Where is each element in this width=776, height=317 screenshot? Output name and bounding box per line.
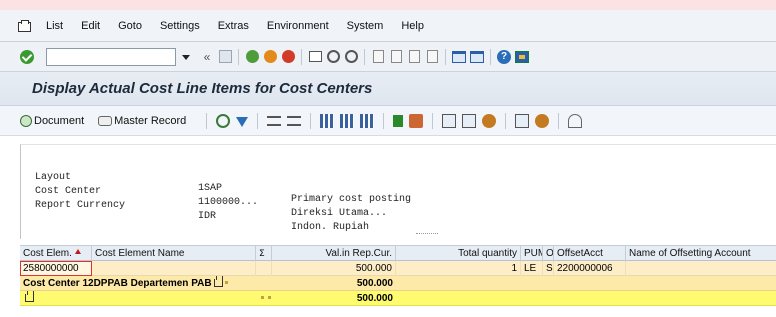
details-icon[interactable] [216,113,231,128]
last-page-icon[interactable] [424,49,440,65]
shortcut-icon[interactable] [469,49,485,65]
column-total-quantity[interactable]: Total quantity [396,246,521,261]
subtotal-icon[interactable] [409,113,424,128]
column-offset-acct[interactable]: OffsetAcct [554,246,626,261]
total-print-icon[interactable] [25,291,34,302]
print-icon[interactable] [307,49,323,65]
sort-descending-icon[interactable] [287,115,302,126]
menu-edit[interactable]: Edit [81,20,100,32]
header-value: IDR [198,211,217,222]
abc-analysis-icon[interactable] [482,113,497,128]
header-description: Direksi Utama... [291,208,388,219]
menu-list[interactable]: List [46,20,63,32]
cell-cost-elem-name[interactable] [92,261,256,276]
line-items-grid: Cost Elem. Cost Element Name Σ Val.in Re… [20,245,776,317]
cancel-icon[interactable] [280,49,296,65]
column-val-rep-cur[interactable]: Val.in Rep.Cur. [272,246,396,261]
command-field[interactable] [46,47,176,66]
document-button[interactable]: Document [20,114,85,127]
print-preview-icon[interactable] [442,113,457,128]
document-button-label: Document [34,114,85,127]
spreadsheet-icon[interactable] [515,113,530,128]
filter-icon[interactable] [236,116,249,127]
total-label-cell [20,291,256,306]
export-icon[interactable] [462,113,477,128]
menu-help[interactable]: Help [401,20,424,32]
glasses-icon [98,115,113,126]
command-dropdown-icon[interactable] [180,48,192,66]
new-session-icon[interactable] [451,49,467,65]
total-marker-icon [261,296,264,299]
help-icon[interactable]: ? [496,49,512,65]
menu-goto[interactable]: Goto [118,20,142,32]
next-page-icon[interactable] [406,49,422,65]
exit-icon[interactable] [262,49,278,65]
send-icon[interactable] [535,113,550,128]
first-page-icon[interactable] [370,49,386,65]
column-offset-name[interactable]: Name of Offsetting Account [626,246,776,261]
cell-offset-name[interactable] [626,261,776,276]
selections-icon[interactable] [568,113,583,128]
menu-extras[interactable]: Extras [218,20,249,32]
column-cost-elem-name[interactable]: Cost Element Name [92,246,256,261]
subtotal-val: 500.000 [356,278,393,289]
cell-val[interactable]: 500.000 [272,261,396,276]
total-val: 500.000 [356,293,393,304]
report-header: Layout 1SAP Primary cost posting Cost Ce… [20,144,776,239]
cell-sigma [256,261,272,276]
window-menu-icon[interactable] [18,19,32,32]
header-value: 1SAP [198,183,223,194]
change-layout-icon[interactable] [340,113,355,128]
resize-handle[interactable] [416,233,438,235]
select-layout-icon[interactable] [320,113,335,128]
header-description: Indon. Rupiah [291,222,370,233]
subtotal-row[interactable]: Cost Center 12DPPAB Departemen PAB 500.0… [20,276,776,291]
menu-system[interactable]: System [347,20,384,32]
cell-offset-acct[interactable]: 2200000006 [554,261,626,276]
grid-header: Cost Elem. Cost Element Name Σ Val.in Re… [20,245,776,261]
master-record-button-label: Master Record [114,114,187,127]
enter-check-icon[interactable] [20,49,34,64]
table-row[interactable]: 2580000000 500.000 1 LE S 2200000006 [20,261,776,276]
window-top-strip [0,0,776,10]
standard-toolbar: « ? [0,42,776,72]
header-row-currency: Report Currency IDR Indon. Rupiah [35,189,369,244]
application-toolbar: Document Master Record [0,106,776,136]
sort-indicator-icon [74,249,81,254]
subtotal-marker-icon [224,281,228,284]
save-layout-icon[interactable] [360,113,375,128]
column-cost-elem[interactable]: Cost Elem. [20,246,92,261]
customize-layout-icon[interactable] [514,49,530,65]
header-description: Primary cost posting [291,194,412,205]
previous-page-icon[interactable] [388,49,404,65]
master-record-button[interactable]: Master Record [98,115,186,127]
find-next-icon[interactable] [343,49,359,65]
total-icon[interactable] [393,114,404,127]
header-value: 1100000... [198,197,259,208]
column-sigma[interactable]: Σ [256,246,272,261]
document-icon [20,114,32,127]
menu-settings[interactable]: Settings [160,20,200,32]
header-label: Report Currency [35,200,126,211]
cell-cost-elem[interactable]: 2580000000 [20,261,92,276]
total-marker-cell [256,291,272,306]
subtotal-label-cell: Cost Center 12DPPAB Departemen PAB [20,276,272,291]
total-row[interactable]: 500.000 [20,291,776,306]
subtotal-print-icon[interactable] [213,276,223,287]
cell-o[interactable]: S [543,261,554,276]
save-icon[interactable] [217,49,233,65]
cell-pum[interactable]: LE [521,261,543,276]
find-icon[interactable] [325,49,341,65]
cell-total-qty[interactable]: 1 [396,261,521,276]
back-icon[interactable]: « [199,49,215,65]
column-o[interactable]: O [543,246,554,261]
back-green-icon[interactable] [244,49,260,65]
sort-ascending-icon[interactable] [267,115,282,126]
menu-bar: List Edit Goto Settings Extras Environme… [0,10,776,42]
title-bar: Display Actual Cost Line Items for Cost … [0,72,776,106]
column-pum[interactable]: PUM [521,246,543,261]
menu-environment[interactable]: Environment [267,20,329,32]
page-title: Display Actual Cost Line Items for Cost … [32,80,373,97]
